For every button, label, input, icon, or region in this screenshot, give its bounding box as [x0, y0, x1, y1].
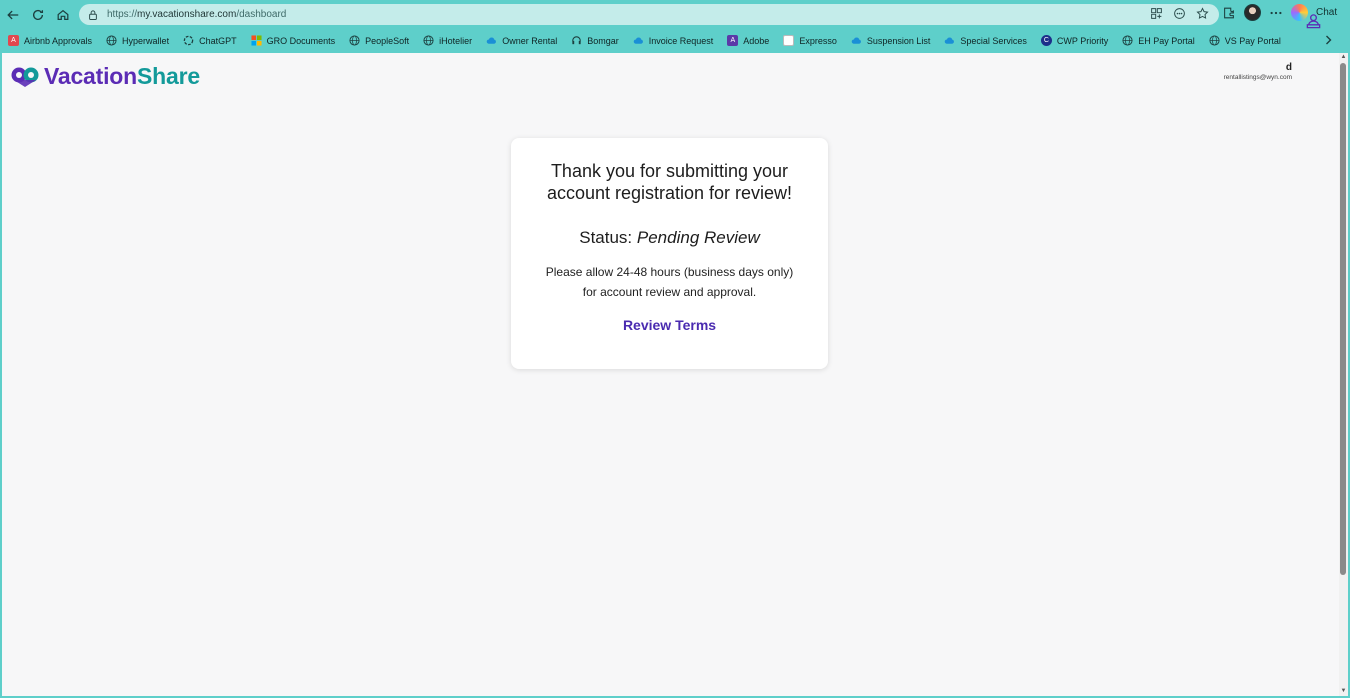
chatgpt-icon: [183, 35, 194, 46]
status-line: Status: Pending Review: [511, 228, 828, 248]
globe-icon: [423, 35, 434, 46]
bookmark-expresso[interactable]: Expresso: [783, 32, 837, 50]
bookmark-special-services[interactable]: Special Services: [944, 32, 1027, 50]
scrollbar-thumb[interactable]: [1340, 63, 1346, 575]
favorite-star-icon[interactable]: [1196, 7, 1209, 20]
bookmark-cwp-priority[interactable]: C CWP Priority: [1040, 32, 1108, 50]
user-name: d: [1285, 62, 1292, 73]
chevron-right-icon: [1326, 35, 1332, 45]
headset-icon: [571, 35, 582, 46]
bookmarks-bar: A Airbnb Approvals Hyperwallet ChatGPT GR…: [0, 29, 1350, 52]
address-bar[interactable]: https://my.vacationshare.com/dashboard: [79, 4, 1219, 25]
refresh-button[interactable]: [25, 2, 50, 27]
bookmark-airbnb-approvals[interactable]: A Airbnb Approvals: [8, 32, 92, 50]
bookmark-hyperwallet[interactable]: Hyperwallet: [106, 32, 169, 50]
page-scrollbar[interactable]: ▲ ▼: [1339, 53, 1348, 696]
vacationshare-logo[interactable]: VacationShare: [10, 63, 200, 90]
bookmark-eh-pay-portal[interactable]: EH Pay Portal: [1122, 32, 1195, 50]
bookmark-owner-rental[interactable]: Owner Rental: [486, 32, 557, 50]
profile-avatar[interactable]: [1244, 4, 1261, 21]
scroll-up-arrow[interactable]: ▲: [1340, 54, 1347, 61]
globe-icon: [106, 35, 117, 46]
review-time-note: Please allow 24-48 hours (business days …: [511, 262, 828, 302]
globe-icon: [349, 35, 360, 46]
url-text: https://my.vacationshare.com/dashboard: [107, 9, 287, 20]
cloud-icon: [851, 35, 862, 46]
pdf-icon: A: [727, 35, 739, 46]
arrow-left-icon: [6, 10, 18, 19]
bookmark-peoplesoft[interactable]: PeopleSoft: [349, 32, 409, 50]
refresh-icon: [32, 9, 43, 20]
note-line-1: Please allow 24-48 hours (business days …: [545, 265, 794, 279]
page-viewport: VacationShare d rentallistings@wyn.com T…: [2, 53, 1339, 696]
registration-status-card: Thank you for submitting your account re…: [511, 138, 828, 369]
page-icon: [783, 35, 795, 46]
browser-toolbar: https://my.vacationshare.com/dashboard C…: [0, 0, 1350, 29]
home-button[interactable]: [50, 2, 75, 27]
card-title: Thank you for submitting your account re…: [546, 161, 793, 203]
globe-icon: [1209, 35, 1220, 46]
logo-text-vacation: Vacation: [44, 63, 137, 89]
bookmark-vs-pay-portal[interactable]: VS Pay Portal: [1209, 32, 1281, 50]
bookmark-bomgar[interactable]: Bomgar: [571, 32, 619, 50]
status-label: Status:: [579, 228, 633, 247]
status-value: Pending Review: [636, 228, 760, 247]
logo-text-share: Share: [137, 63, 200, 89]
bookmark-gro-documents[interactable]: GRO Documents: [251, 32, 335, 50]
note-line-2: for account review and approval.: [582, 285, 757, 299]
user-info: d rentallistings@wyn.com: [1224, 62, 1292, 81]
microsoft-icon: [251, 35, 262, 46]
globe-icon: [1122, 35, 1133, 46]
home-icon: [57, 9, 68, 20]
extensions-icon[interactable]: [1222, 6, 1236, 20]
back-button[interactable]: [0, 2, 25, 27]
cloud-icon: [633, 35, 644, 46]
bookmark-suspension-list[interactable]: Suspension List: [851, 32, 930, 50]
airbnb-icon: A: [8, 35, 19, 46]
lock-icon: [89, 9, 97, 20]
bookmark-adobe[interactable]: A Adobe: [727, 32, 769, 50]
cwp-icon: C: [1040, 35, 1052, 46]
cloud-icon: [486, 35, 497, 46]
bookmark-ihotelier[interactable]: iHotelier: [423, 32, 472, 50]
bookmark-invoice-request[interactable]: Invoice Request: [633, 32, 713, 50]
scroll-down-arrow[interactable]: ▼: [1340, 688, 1347, 695]
user-email: rentallistings@wyn.com: [1223, 74, 1292, 81]
app-install-icon[interactable]: [1150, 7, 1163, 20]
review-terms-link[interactable]: Review Terms: [623, 317, 716, 333]
reader-mode-icon[interactable]: [1173, 7, 1186, 20]
more-options-icon[interactable]: [1269, 6, 1283, 20]
bookmark-chatgpt[interactable]: ChatGPT: [183, 32, 237, 50]
heart-logo-icon: [11, 67, 39, 87]
user-menu-icon[interactable]: [1305, 13, 1322, 30]
cloud-icon: [944, 35, 955, 46]
bookmarks-overflow-button[interactable]: [1322, 33, 1334, 51]
